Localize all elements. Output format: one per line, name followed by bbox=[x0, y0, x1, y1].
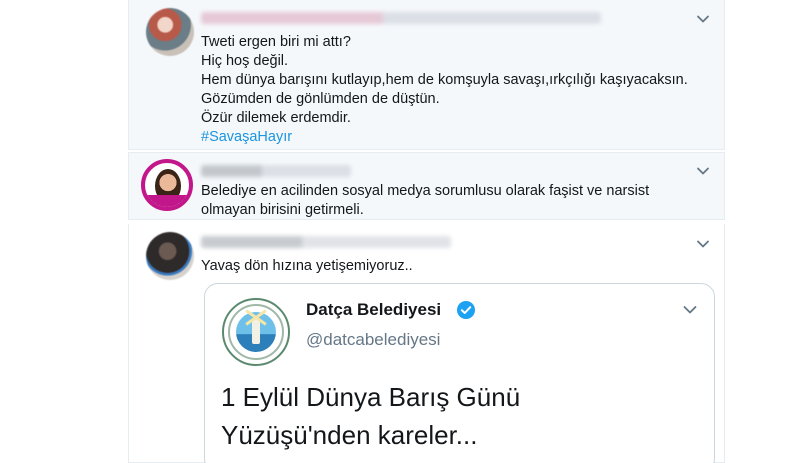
avatar-band bbox=[145, 195, 189, 207]
quoted-tweet-text: 1 Eylül Dünya Barış Günü Yüzüşü'nden kar… bbox=[221, 378, 520, 454]
tweet-line: Hiç hoş değil. bbox=[201, 53, 289, 69]
tweet-text: Belediye en acilinden sosyal medya sorum… bbox=[201, 182, 649, 220]
quoted-line: 1 Eylül Dünya Barış Günü bbox=[221, 382, 521, 412]
avatar[interactable] bbox=[146, 232, 194, 280]
hashtag-link[interactable]: #SavaşaHayır bbox=[201, 128, 688, 147]
tweet-line: Özür dilemek erdemdir. bbox=[201, 110, 351, 126]
tweet-line: Belediye en acilinden sosyal medya sorum… bbox=[201, 183, 650, 199]
reply-tweet[interactable]: Belediye en acilinden sosyal medya sorum… bbox=[128, 152, 725, 220]
reply-feed: Tweti ergen biri mi attı? Hiç hoş değil.… bbox=[128, 0, 725, 463]
tweet-line: Gözümden de gönlümden de düştün. bbox=[201, 91, 440, 107]
reply-tweet[interactable]: Tweti ergen biri mi attı? Hiç hoş değil.… bbox=[128, 0, 725, 150]
tweet-line: Tweti ergen biri mi attı? bbox=[201, 34, 351, 50]
tweet-line: olmayan birisini getirmeli. bbox=[201, 202, 364, 218]
blurred-header bbox=[201, 165, 351, 177]
blurred-header bbox=[201, 12, 601, 24]
avatar[interactable] bbox=[141, 159, 193, 211]
tweet-text: Yavaş dön hızına yetişemiyoruz.. bbox=[201, 257, 413, 276]
blurred-header bbox=[201, 236, 451, 248]
tweet-line: Yavaş dön hızına yetişemiyoruz.. bbox=[201, 258, 413, 274]
tweet-text: Tweti ergen biri mi attı? Hiç hoş değil.… bbox=[201, 33, 688, 147]
avatar[interactable] bbox=[146, 8, 194, 56]
tweet-line: Hem dünya barışını kutlayıp,hem de komşu… bbox=[201, 72, 688, 88]
chevron-down-icon[interactable] bbox=[696, 12, 710, 26]
quoted-line: Yüzüşü'nden kareler... bbox=[221, 420, 478, 450]
chevron-down-icon[interactable] bbox=[682, 302, 698, 318]
reply-tweet[interactable]: Yavaş dön hızına yetişemiyoruz.. Datça B… bbox=[128, 224, 725, 463]
quoted-display-name[interactable]: Datça Belediyesi bbox=[306, 300, 441, 320]
quoted-handle[interactable]: @datcabelediyesi bbox=[306, 330, 440, 350]
quoted-avatar[interactable] bbox=[222, 298, 290, 366]
chevron-down-icon[interactable] bbox=[696, 237, 710, 251]
verified-badge-icon bbox=[456, 300, 476, 320]
quoted-tweet[interactable]: Datça Belediyesi @datcabelediyesi 1 Eylü… bbox=[204, 283, 715, 463]
chevron-down-icon[interactable] bbox=[696, 164, 710, 178]
